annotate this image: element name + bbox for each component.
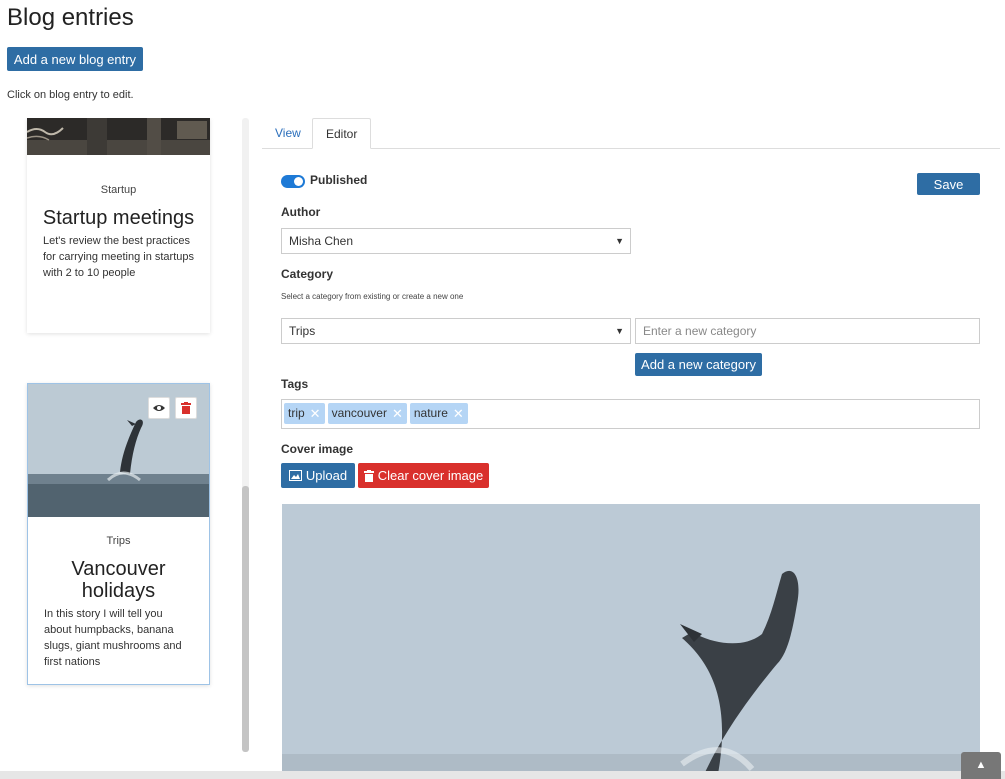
category-select[interactable]: Trips ▼ [281, 318, 631, 344]
blog-entry-title: Vancouver holidays [71, 558, 166, 602]
new-category-placeholder: Enter a new category [643, 324, 757, 338]
blog-entry-image [28, 384, 209, 517]
category-help-text: Select a category from existing or creat… [281, 292, 464, 301]
cover-image-preview [282, 504, 980, 779]
trash-icon [363, 469, 374, 482]
tags-label: Tags [281, 377, 309, 391]
tags-input[interactable]: trip ✕ vancouver ✕ nature ✕ [281, 399, 980, 429]
blog-entry-description: In this story I will tell you about hump… [44, 608, 182, 668]
author-value: Misha Chen [289, 234, 354, 248]
tag-chip: nature ✕ [409, 403, 468, 424]
remove-tag-icon[interactable]: ✕ [392, 403, 403, 424]
entries-scroll-thumb[interactable] [242, 486, 249, 752]
blog-entry-description: Let's review the best practices for carr… [43, 235, 195, 279]
clear-cover-label: Clear cover image [377, 468, 484, 483]
page-title: Blog entries [7, 4, 134, 31]
blog-entry-title: Startup meetings [42, 207, 195, 229]
footer-bar [0, 771, 1005, 779]
tag-label: nature [413, 406, 448, 420]
delete-entry-button[interactable] [175, 397, 197, 419]
chevron-down-icon: ▼ [615, 236, 624, 246]
tab-editor[interactable]: Editor [312, 118, 372, 149]
upload-button[interactable]: Upload [281, 463, 355, 488]
add-category-button[interactable]: Add a new category [635, 353, 762, 376]
clear-cover-button[interactable]: Clear cover image [358, 463, 489, 488]
blog-entries-list: Startup Startup meetings Let's review th… [0, 118, 248, 768]
image-icon [288, 470, 302, 481]
blog-entry-category: Startup [100, 184, 137, 196]
author-label: Author [281, 205, 321, 219]
add-blog-entry-button[interactable]: Add a new blog entry [7, 47, 143, 71]
published-label: Published [310, 173, 368, 187]
published-toggle[interactable] [281, 175, 305, 188]
author-select[interactable]: Misha Chen ▼ [281, 228, 631, 254]
blog-entry-card-startup[interactable]: Startup Startup meetings Let's review th… [27, 118, 210, 333]
cover-image-label: Cover image [281, 442, 354, 456]
blog-entry-category: Trips [106, 535, 131, 547]
toggle-knob [294, 177, 303, 186]
edit-hint: Click on blog entry to edit. [7, 89, 134, 101]
tag-label: vancouver [331, 406, 387, 420]
tag-label: trip [288, 406, 305, 420]
chevron-up-icon: ▲ [975, 759, 987, 771]
view-entry-button[interactable] [148, 397, 170, 419]
new-category-input[interactable]: Enter a new category [635, 318, 980, 344]
chevron-down-icon: ▼ [615, 326, 624, 336]
save-button[interactable]: Save [917, 173, 980, 195]
tab-view[interactable]: View [262, 118, 314, 149]
scroll-to-top-button[interactable]: ▲ [961, 752, 1001, 779]
category-value: Trips [289, 324, 316, 338]
eye-icon [153, 405, 165, 411]
entries-scrollbar[interactable] [242, 118, 249, 752]
trash-icon [181, 402, 191, 414]
category-label: Category [281, 267, 334, 281]
tag-chip: vancouver ✕ [327, 403, 407, 424]
remove-tag-icon[interactable]: ✕ [453, 403, 464, 424]
blog-entry-image [27, 118, 210, 155]
remove-tag-icon[interactable]: ✕ [310, 403, 321, 424]
tag-chip: trip ✕ [284, 403, 325, 424]
upload-label: Upload [305, 468, 348, 483]
editor-tabs: View Editor [262, 118, 1000, 149]
blog-entry-card-vancouver[interactable]: Trips Vancouver holidays In this story I… [27, 383, 210, 685]
